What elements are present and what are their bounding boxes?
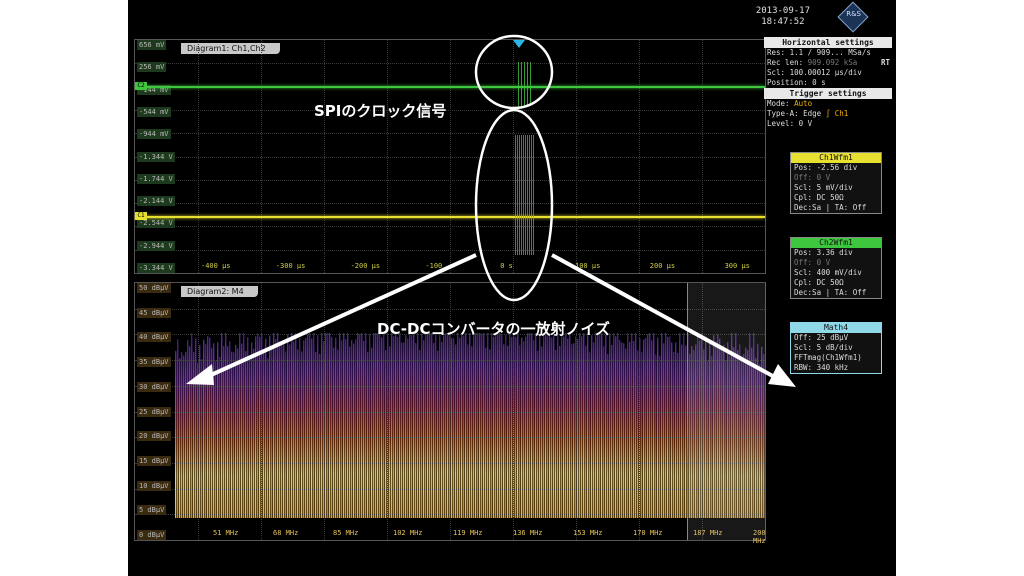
clock-highlight-ellipse xyxy=(474,34,554,110)
annotation-overlay xyxy=(186,34,796,387)
dcdc-noise-annotation: DC-DCコンバータの一放射ノイズ xyxy=(377,320,611,338)
oscilloscope-screen: 2013-09-17 18:47:52 R&S Diagram1: Ch1,Ch… xyxy=(128,0,896,576)
spi-clock-annotation: SPIのクロック信号 xyxy=(314,102,447,120)
arrow-left-head-icon xyxy=(186,364,214,385)
noise-highlight-ellipse xyxy=(474,108,554,302)
